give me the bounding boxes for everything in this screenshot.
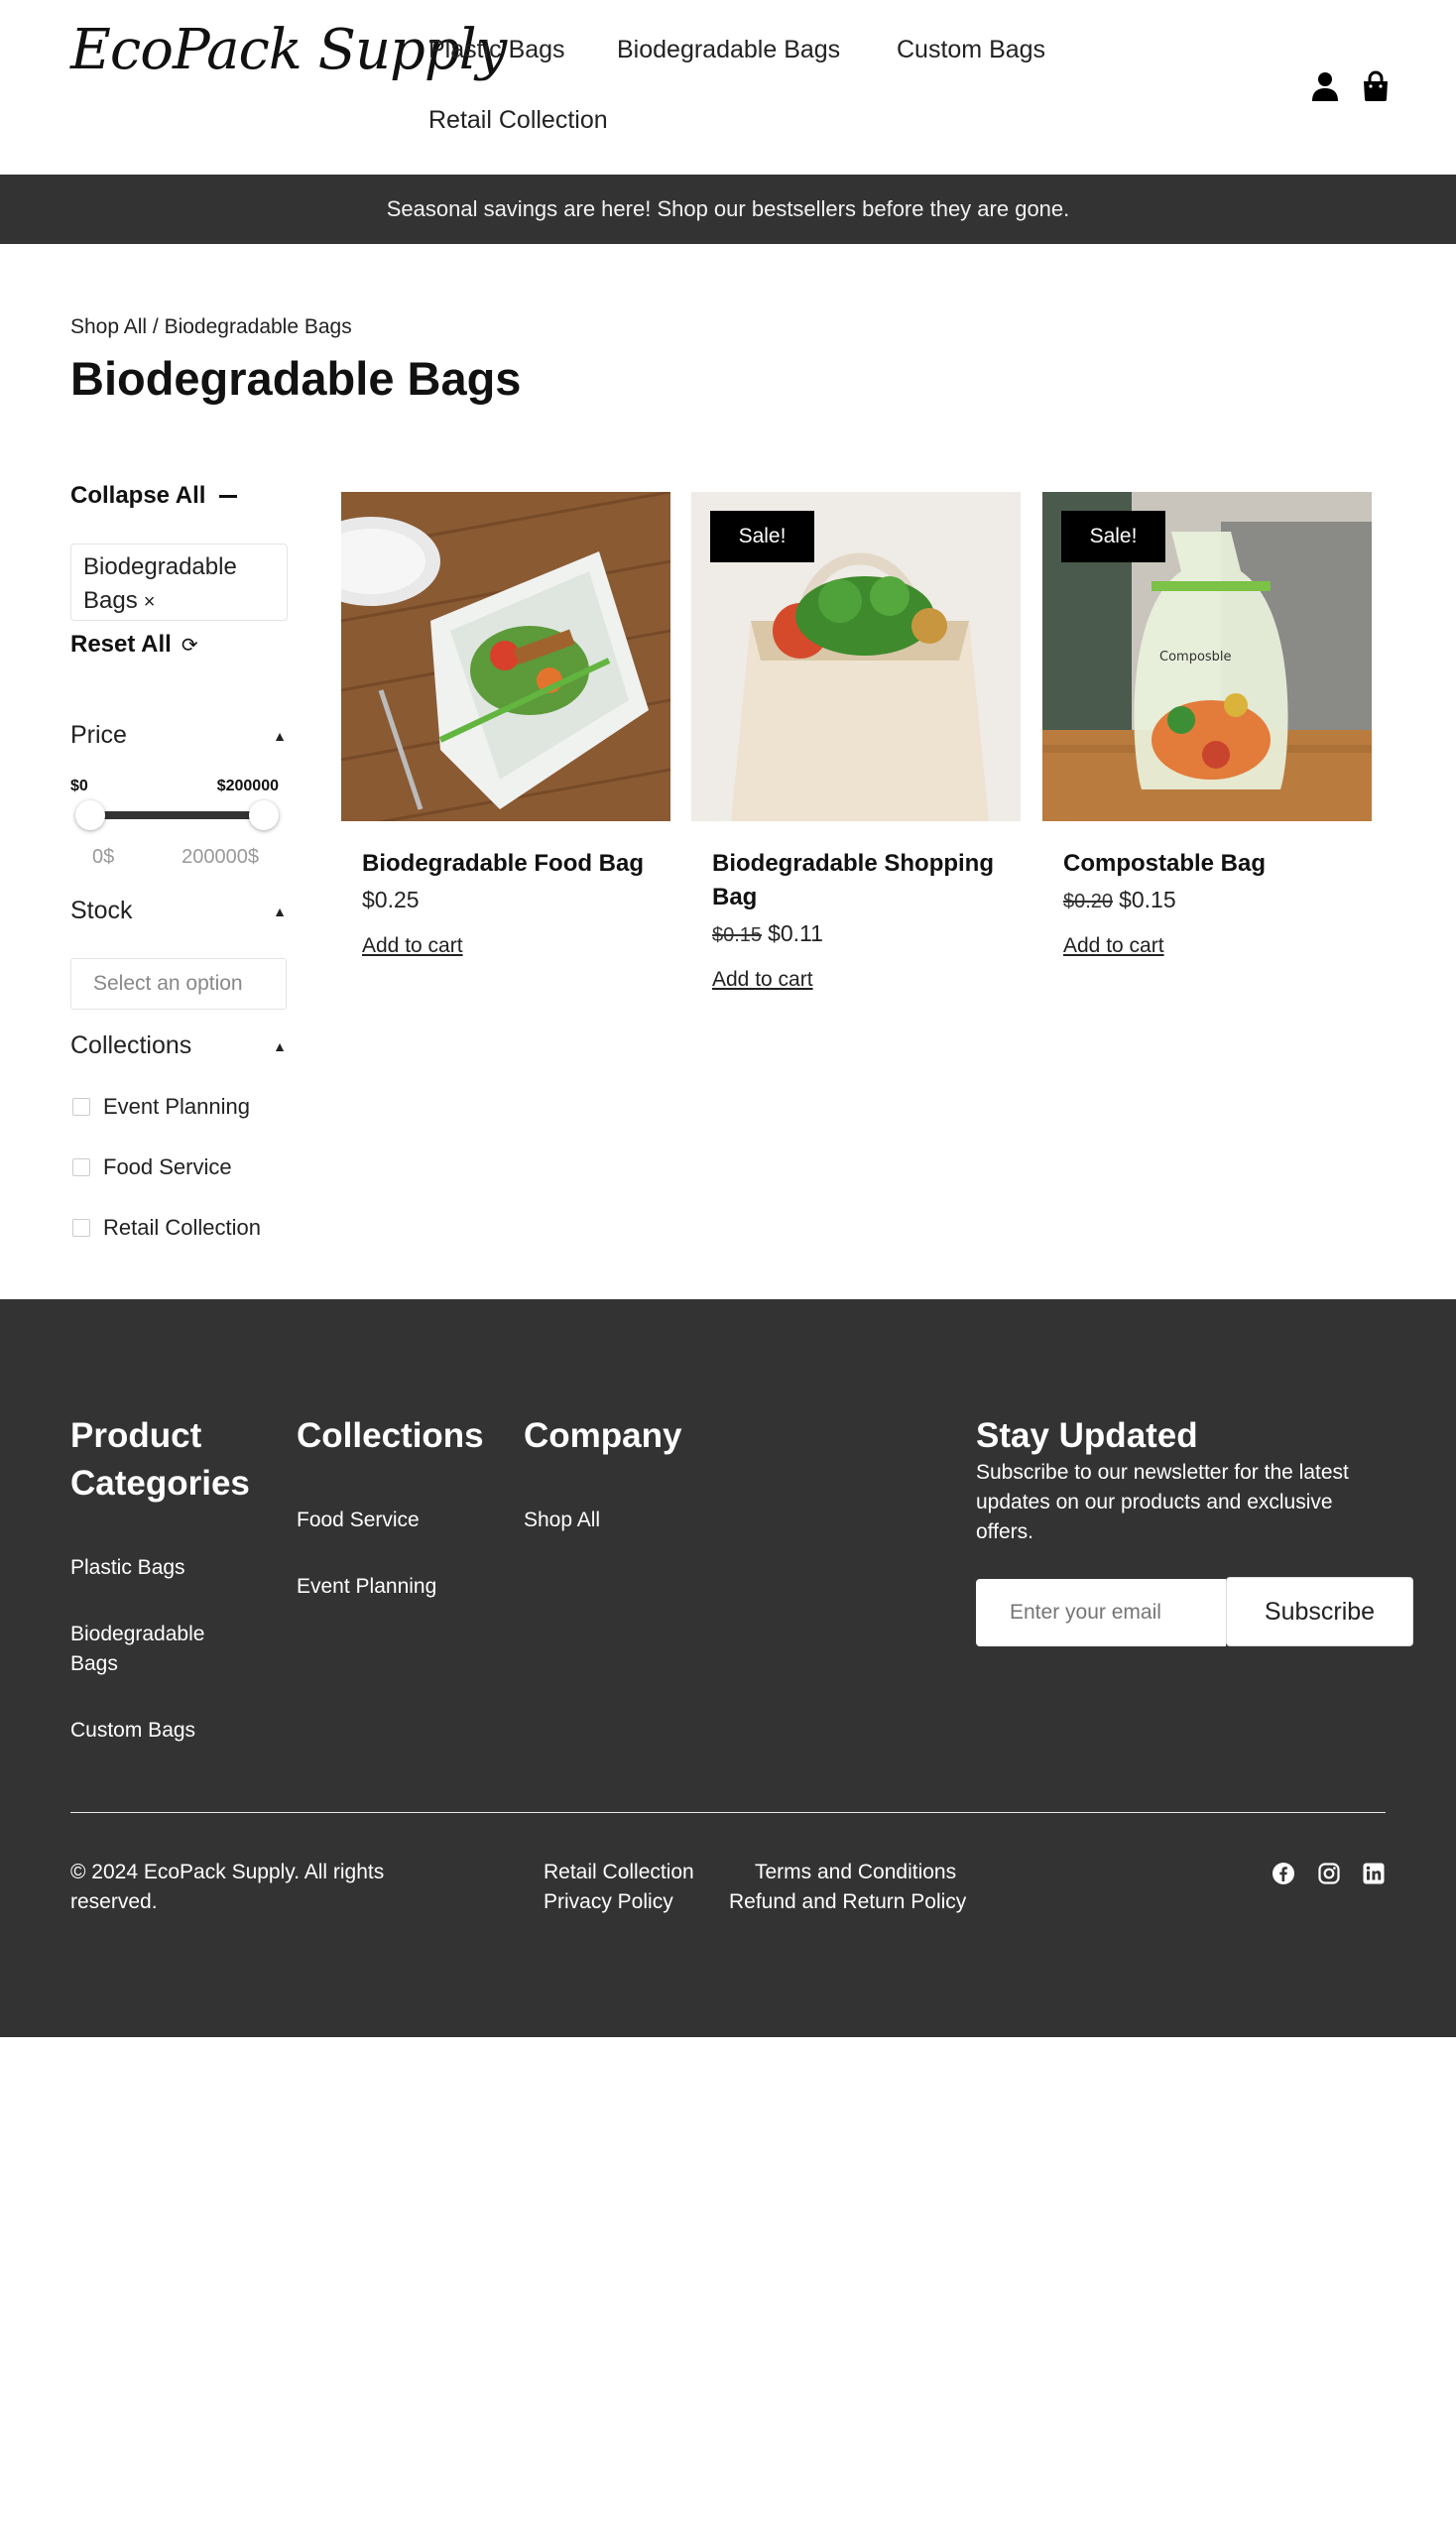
footer-heading-company: Company <box>524 1416 682 1455</box>
collections-filter-label: Collections <box>70 1031 192 1059</box>
price-filter-label: Price <box>70 721 127 749</box>
breadcrumb: Shop All / Biodegradable Bags <box>70 315 352 339</box>
collection-option-label: Retail Collection <box>103 1215 261 1240</box>
price-min-handle[interactable] <box>75 800 105 830</box>
collection-option-label: Event Planning <box>103 1094 250 1119</box>
breadcrumb-current: Biodegradable Bags <box>164 315 352 338</box>
price-old: $0.15 <box>712 924 763 946</box>
site-footer: Product Categories Plastic Bags Biodegra… <box>0 1299 1456 2037</box>
collapse-all-button[interactable]: Collapse All <box>70 482 238 510</box>
collapse-all-label: Collapse All <box>70 482 206 509</box>
copyright-text: © 2024 EcoPack Supply. All rights reserv… <box>70 1861 385 1913</box>
collection-option-event-planning[interactable]: Event Planning <box>72 1094 250 1120</box>
newsletter-text: Subscribe to our newsletter for the late… <box>976 1461 1349 1543</box>
price-old: $0.20 <box>1063 891 1114 912</box>
newsletter-email-input[interactable] <box>976 1579 1226 1646</box>
product-price: $0.20 $0.15 <box>1063 887 1176 913</box>
stock-filter-toggle[interactable]: Stock ▲ <box>70 897 287 925</box>
announcement-bar: Seasonal savings are here! Shop our best… <box>0 175 1456 244</box>
stock-select-placeholder: Select an option <box>93 972 243 995</box>
price-min-label: $0 <box>70 778 88 794</box>
price-max-value: 200000$ <box>182 846 259 868</box>
collection-option-retail-collection[interactable]: Retail Collection <box>72 1215 261 1241</box>
footer-link-event-planning[interactable]: Event Planning <box>297 1572 436 1602</box>
stock-select[interactable]: Select an option <box>70 958 287 1010</box>
price-range-track[interactable] <box>89 811 264 819</box>
instagram-icon[interactable] <box>1317 1862 1341 1885</box>
footer-link-retail-collection[interactable]: Retail Collection <box>544 1858 694 1887</box>
nav-custom-bags[interactable]: Custom Bags <box>897 36 1045 64</box>
add-to-cart-button[interactable]: Add to cart <box>712 968 813 992</box>
price-max-label: $200000 <box>216 778 279 794</box>
product-name[interactable]: Biodegradable Shopping Bag <box>712 847 1010 914</box>
footer-heading-categories: Product Categories <box>70 1416 250 1503</box>
product-image[interactable]: Sale! <box>691 492 1021 821</box>
facebook-icon[interactable] <box>1272 1862 1295 1885</box>
announcement-text: Seasonal savings are here! Shop our best… <box>386 196 1070 221</box>
nav-plastic-bags[interactable]: Plastic Bags <box>428 36 565 64</box>
collection-option-food-service[interactable]: Food Service <box>72 1154 232 1180</box>
nav-retail-collection[interactable]: Retail Collection <box>428 106 608 135</box>
product-name[interactable]: Biodegradable Food Bag <box>362 847 660 881</box>
stock-filter-label: Stock <box>70 897 133 924</box>
footer-link-food-service[interactable]: Food Service <box>297 1506 420 1535</box>
add-to-cart-button[interactable]: Add to cart <box>1063 934 1164 958</box>
sale-badge: Sale! <box>710 511 814 562</box>
product-name[interactable]: Compostable Bag <box>1063 847 1361 881</box>
footer-link-terms[interactable]: Terms and Conditions <box>755 1858 956 1887</box>
footer-link-plastic-bags[interactable]: Plastic Bags <box>70 1553 185 1583</box>
checkbox[interactable] <box>72 1098 90 1116</box>
refresh-icon: ⟳ <box>181 634 198 657</box>
footer-link-privacy[interactable]: Privacy Policy <box>544 1887 673 1917</box>
active-filter-label: Biodegradable Bags <box>83 553 237 614</box>
price-current: $0.15 <box>1119 887 1176 912</box>
price-current: $0.11 <box>768 920 823 946</box>
footer-divider <box>70 1812 1386 1813</box>
reset-all-label: Reset All <box>70 631 172 658</box>
page-title: Biodegradable Bags <box>70 352 522 405</box>
breadcrumb-shop-all[interactable]: Shop All <box>70 315 147 338</box>
chevron-up-icon: ▲ <box>273 727 287 744</box>
shopping-bag-icon[interactable] <box>1360 70 1392 102</box>
add-to-cart-button[interactable]: Add to cart <box>362 934 463 958</box>
chevron-up-icon: ▲ <box>273 903 287 919</box>
reset-all-button[interactable]: Reset All ⟳ <box>70 631 198 659</box>
svg-text:Composble: Composble <box>1159 650 1232 665</box>
product-price: $0.15 $0.11 <box>712 920 823 947</box>
price-range-labels: $0 $200000 <box>70 778 279 795</box>
linkedin-icon[interactable] <box>1362 1862 1386 1885</box>
user-icon[interactable] <box>1309 70 1341 102</box>
price-range-values: 0$ 200000$ <box>70 846 279 869</box>
product-price: $0.25 <box>362 887 420 913</box>
price-current: $0.25 <box>362 887 420 912</box>
price-min-value: 0$ <box>92 846 115 868</box>
footer-link-custom-bags[interactable]: Custom Bags <box>70 1716 195 1746</box>
checkbox[interactable] <box>72 1219 90 1237</box>
site-header: EcoPack Supply Plastic Bags Biodegradabl… <box>0 0 1456 175</box>
collection-option-label: Food Service <box>103 1154 232 1179</box>
product-image[interactable]: Composble Sale! <box>1042 492 1372 821</box>
footer-heading-collections: Collections <box>297 1416 484 1455</box>
collections-filter-toggle[interactable]: Collections ▲ <box>70 1031 287 1060</box>
chevron-up-icon: ▲ <box>273 1037 287 1054</box>
breadcrumb-separator: / <box>147 315 165 338</box>
footer-link-refund[interactable]: Refund and Return Policy <box>729 1887 966 1917</box>
footer-link-shop-all[interactable]: Shop All <box>524 1506 600 1535</box>
active-filter-chip: Biodegradable Bags × <box>70 544 288 621</box>
close-icon[interactable]: × <box>144 591 156 613</box>
product-image[interactable] <box>341 492 670 821</box>
sale-badge: Sale! <box>1061 511 1165 562</box>
subscribe-button[interactable]: Subscribe <box>1226 1577 1413 1646</box>
nav-biodegradable-bags[interactable]: Biodegradable Bags <box>617 36 840 64</box>
newsletter-heading: Stay Updated <box>976 1416 1198 1455</box>
price-max-handle[interactable] <box>249 800 279 830</box>
footer-link-biodegradable-bags[interactable]: Biodegradable Bags <box>70 1620 249 1679</box>
price-filter-toggle[interactable]: Price ▲ <box>70 721 287 750</box>
minus-icon <box>219 494 238 498</box>
checkbox[interactable] <box>72 1158 90 1176</box>
